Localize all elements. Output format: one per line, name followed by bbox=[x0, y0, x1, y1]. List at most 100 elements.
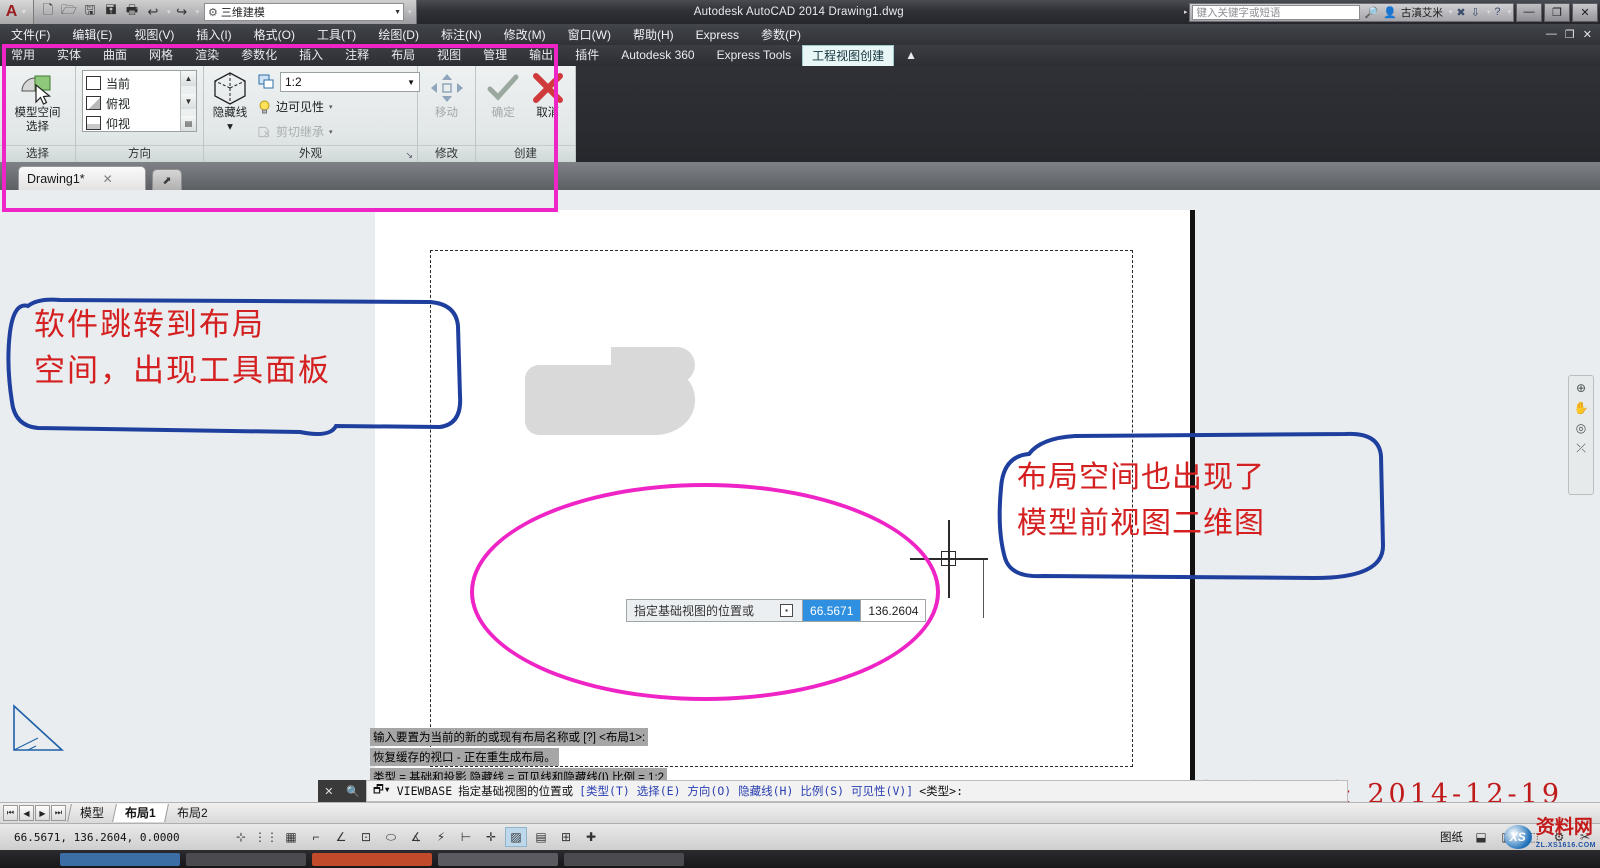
taskbar-item-5[interactable] bbox=[564, 852, 684, 866]
ribbon-tab-layout[interactable]: 布局 bbox=[380, 45, 426, 66]
taskbar-item-4[interactable] bbox=[438, 852, 558, 866]
scale-input[interactable]: 1:2 ▼ bbox=[280, 72, 420, 92]
polar-tracking-toggle[interactable]: ∠ bbox=[330, 827, 352, 847]
doc-close-button[interactable]: ✕ bbox=[1583, 28, 1592, 41]
command-line[interactable]: ✕ 🔍 🗗▾ VIEWBASE 指定基础视图的位置或 [类型(T) 选择(E) … bbox=[318, 780, 1348, 802]
cut-inheritance-button[interactable]: 剪切继承 ▾ bbox=[258, 121, 420, 142]
ribbon-tab-addins[interactable]: 插件 bbox=[564, 45, 610, 66]
open-icon[interactable]: 🗁 bbox=[59, 2, 79, 22]
snap-mode-toggle[interactable]: ⋮⋮ bbox=[254, 827, 278, 847]
redo-chevron-icon[interactable]: ▾ bbox=[196, 8, 200, 16]
menu-item-tools[interactable]: 工具(T) bbox=[306, 26, 367, 43]
orientation-scrollbar[interactable]: ▲ ▼ ▤ bbox=[180, 71, 196, 131]
zoom-icon[interactable]: ◎ bbox=[1576, 421, 1586, 435]
menu-item-insert[interactable]: 插入(I) bbox=[185, 26, 242, 43]
scroll-more-icon[interactable]: ▤ bbox=[181, 116, 196, 131]
edge-visibility-chevron-icon[interactable]: ▾ bbox=[329, 103, 333, 111]
ok-button[interactable]: 确定 bbox=[482, 70, 525, 120]
object-snap-toggle[interactable]: ⊡ bbox=[355, 827, 377, 847]
menu-item-view[interactable]: 视图(V) bbox=[123, 26, 185, 43]
menu-item-express[interactable]: Express bbox=[685, 28, 750, 42]
orientation-list[interactable]: 当前 俯视 仰视 ▲ ▼ ▤ bbox=[82, 70, 197, 132]
ribbon-tab-output[interactable]: 输出 bbox=[518, 45, 564, 66]
annotation-scale-toggle[interactable]: ✚ bbox=[580, 827, 602, 847]
menu-item-draw[interactable]: 绘图(D) bbox=[367, 26, 430, 43]
edge-visibility-button[interactable]: 边可见性 ▾ bbox=[258, 96, 420, 117]
new-icon[interactable]: 🗋 bbox=[38, 2, 58, 22]
menu-item-file[interactable]: 文件(F) bbox=[0, 26, 61, 43]
menu-item-window[interactable]: 窗口(W) bbox=[557, 26, 622, 43]
ribbon-tab-mesh[interactable]: 网格 bbox=[138, 45, 184, 66]
taskbar-item-3[interactable] bbox=[312, 852, 432, 866]
ribbon-minimize-icon[interactable]: ▲ bbox=[894, 45, 928, 66]
redo-icon[interactable]: ↪ bbox=[172, 3, 192, 22]
pan-hand-icon[interactable]: ✋ bbox=[1574, 401, 1589, 415]
command-line-close-icon[interactable]: ✕ bbox=[324, 785, 333, 798]
plot-icon[interactable]: 🖶 bbox=[122, 2, 142, 22]
menu-item-edit[interactable]: 编辑(E) bbox=[61, 26, 123, 43]
menu-item-dimension[interactable]: 标注(N) bbox=[430, 26, 493, 43]
ribbon-tab-parametric[interactable]: 参数化 bbox=[230, 45, 288, 66]
layout-next-icon[interactable]: ▶ bbox=[35, 805, 50, 821]
save-as-icon[interactable]: 🖬 bbox=[101, 2, 121, 22]
maximize-button[interactable]: ❐ bbox=[1544, 2, 1570, 22]
undo-chevron-icon[interactable]: ▾ bbox=[167, 8, 171, 16]
menu-item-format[interactable]: 格式(O) bbox=[243, 26, 306, 43]
scroll-up-icon[interactable]: ▲ bbox=[181, 71, 196, 86]
command-line-search-icon[interactable]: 🔍 bbox=[346, 785, 360, 798]
ribbon-tab-drawing-view-creation[interactable]: 工程视图创建 bbox=[802, 45, 895, 66]
download-icon[interactable]: ⇩ bbox=[1470, 6, 1481, 19]
lineweight-toggle[interactable]: ✛ bbox=[480, 827, 502, 847]
taskbar-item-1[interactable] bbox=[60, 852, 180, 866]
help-chevron-icon[interactable]: ▾ bbox=[1507, 8, 1511, 16]
ribbon-tab-express-tools[interactable]: Express Tools bbox=[706, 45, 802, 66]
navigation-bar[interactable]: ⊕ ✋ ◎ ⤫ bbox=[1568, 375, 1594, 495]
hidden-lines-button[interactable]: 隐藏线 ▾ bbox=[210, 70, 250, 134]
annotation-monitor-toggle[interactable]: ⊞ bbox=[555, 827, 577, 847]
dynamic-ucs-toggle[interactable]: ⚡ bbox=[430, 827, 452, 847]
layout-tab-layout1[interactable]: 布局1 bbox=[112, 804, 168, 822]
space-mode-label[interactable]: 图纸 bbox=[1437, 829, 1466, 845]
application-menu-button[interactable]: A ▼ bbox=[0, 0, 34, 24]
scroll-down-icon[interactable]: ▼ bbox=[181, 93, 196, 109]
binoculars-icon[interactable]: 🔎 bbox=[1363, 6, 1379, 19]
menu-item-parameters[interactable]: 参数(P) bbox=[750, 26, 812, 43]
model-space-selection-button[interactable]: 模型空间 选择 bbox=[6, 70, 69, 134]
cut-inheritance-chevron-icon[interactable]: ▾ bbox=[329, 128, 333, 136]
infer-constraints-toggle[interactable]: ⊹ bbox=[230, 827, 252, 847]
steering-wheel-icon[interactable]: ⊕ bbox=[1576, 381, 1586, 395]
taskbar-item-2[interactable] bbox=[186, 852, 306, 866]
coordinate-display[interactable]: 66.5671, 136.2604, 0.0000 bbox=[0, 831, 230, 844]
chevron-down-icon[interactable]: ▼ bbox=[20, 9, 27, 16]
doc-minimize-button[interactable]: — bbox=[1546, 28, 1557, 41]
drawing-canvas[interactable]: 指定基础视图的位置或 ▪ 66.5671 136.2604 软件跳转到布局 空间… bbox=[0, 190, 1600, 802]
chevron-down-icon[interactable]: ▼ bbox=[394, 9, 401, 16]
layout-tab-layout2[interactable]: 布局2 bbox=[163, 804, 220, 822]
command-line-grip[interactable]: ✕ 🔍 bbox=[318, 780, 366, 802]
menu-item-help[interactable]: 帮助(H) bbox=[622, 26, 685, 43]
ribbon-tab-annotate[interactable]: 注释 bbox=[334, 45, 380, 66]
menu-item-modify[interactable]: 修改(M) bbox=[493, 26, 557, 43]
transparency-toggle[interactable]: ▨ bbox=[505, 827, 527, 847]
hidden-lines-chevron-icon[interactable]: ▾ bbox=[227, 120, 233, 134]
search-input[interactable]: 键入关键字或短语 bbox=[1192, 4, 1361, 20]
ribbon-tab-view[interactable]: 视图 bbox=[426, 45, 472, 66]
ribbon-tab-render[interactable]: 渲染 bbox=[184, 45, 230, 66]
dynamic-input-toggle[interactable]: ⊢ bbox=[455, 827, 477, 847]
document-tab-drawing1[interactable]: Drawing1* ✕ bbox=[18, 166, 146, 190]
orbit-icon[interactable]: ⤫ bbox=[1576, 441, 1586, 456]
download-chevron-icon[interactable]: ▾ bbox=[1487, 8, 1491, 16]
infocenter-expand-icon[interactable]: ▸ bbox=[1184, 8, 1188, 16]
selection-cycling-toggle[interactable]: ▤ bbox=[530, 827, 552, 847]
three-d-object-snap-toggle[interactable]: ⬭ bbox=[380, 827, 402, 847]
workspace-selector[interactable]: ⚙ 模型空间 三维建模 ▼ bbox=[204, 3, 405, 21]
user-name-label[interactable]: 古滇艾米 bbox=[1401, 5, 1443, 20]
ribbon-tab-solid[interactable]: 实体 bbox=[46, 45, 92, 66]
command-input[interactable]: 🗗▾ VIEWBASE 指定基础视图的位置或 [类型(T) 选择(E) 方向(O… bbox=[366, 780, 1348, 802]
layout-last-icon[interactable]: ⏭ bbox=[51, 805, 66, 821]
close-button[interactable]: ✕ bbox=[1572, 2, 1598, 22]
ribbon-tab-surface[interactable]: 曲面 bbox=[92, 45, 138, 66]
orientation-item-top[interactable]: 俯视 bbox=[86, 93, 180, 113]
save-icon[interactable]: 🖫 bbox=[80, 2, 100, 22]
grid-display-toggle[interactable]: ▦ bbox=[280, 827, 302, 847]
